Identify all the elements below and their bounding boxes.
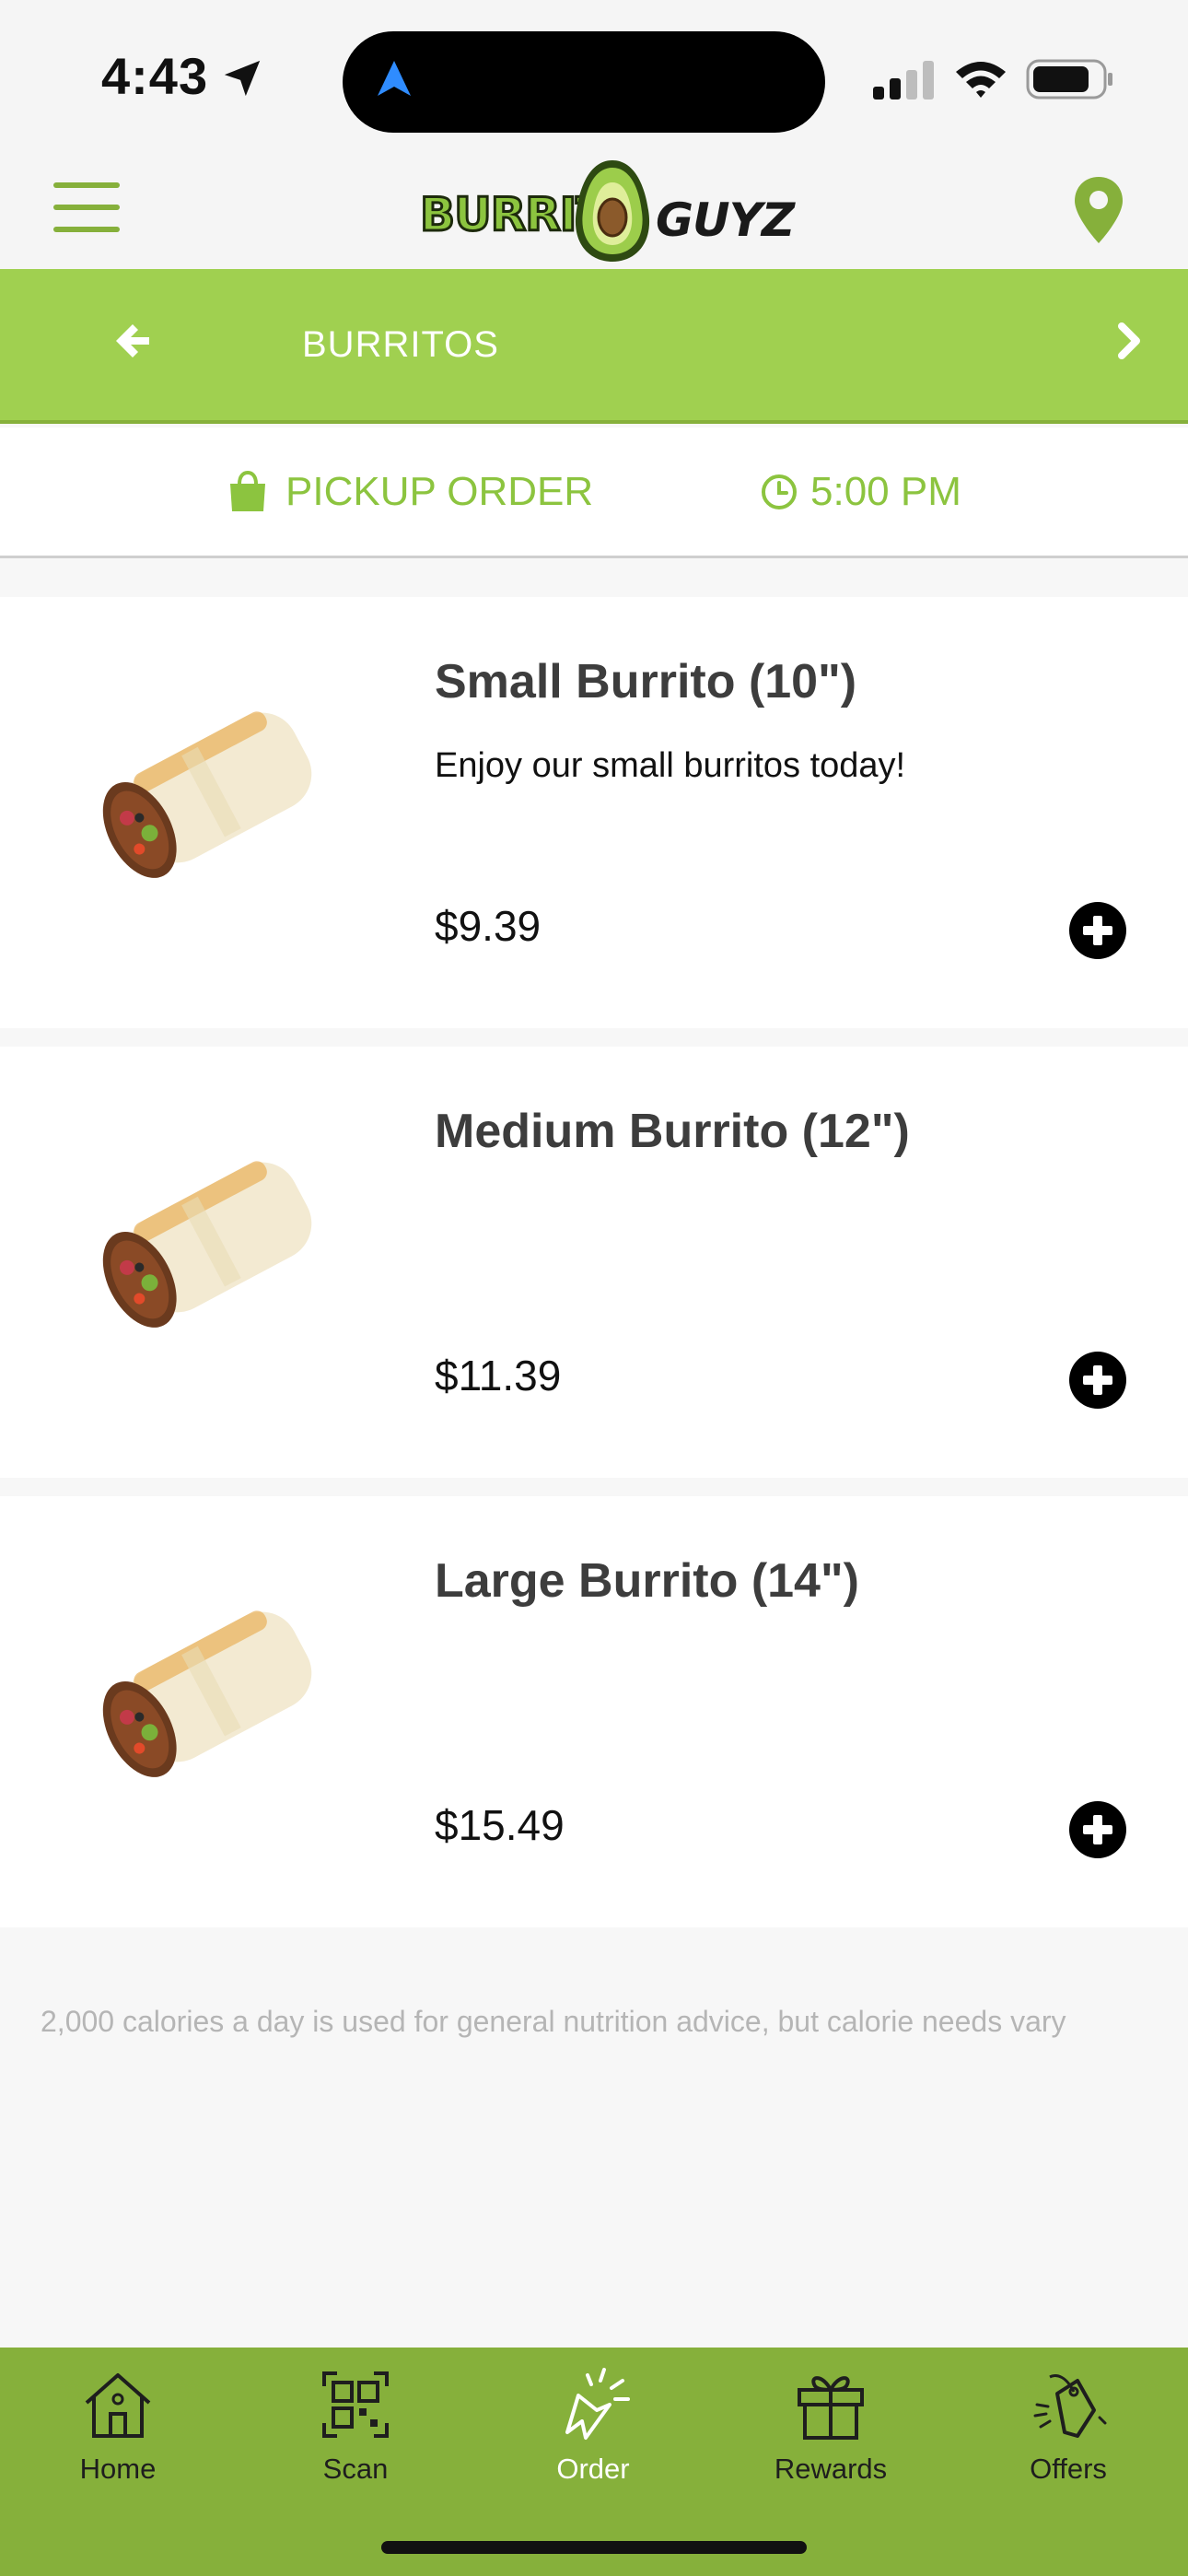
tab-home[interactable]: Home	[26, 2368, 210, 2506]
home-indicator	[381, 2541, 807, 2554]
location-pin-icon[interactable]	[1072, 175, 1125, 245]
product-card-medium-burrito[interactable]: Medium Burrito (12") $11.39	[0, 1047, 1188, 1478]
signal-icon	[873, 61, 934, 100]
qr-code-icon	[322, 2371, 389, 2438]
clock-icon	[762, 474, 797, 509]
product-price: $11.39	[435, 1352, 562, 1399]
arrow-left-icon[interactable]	[109, 319, 153, 363]
tap-cursor-icon	[565, 2368, 630, 2440]
status-bar: 4:43	[0, 0, 1188, 147]
battery-icon	[1026, 59, 1112, 100]
navigation-icon	[378, 61, 411, 96]
wifi-icon	[956, 62, 1006, 98]
tab-offers[interactable]: Offers	[976, 2368, 1160, 2506]
tab-label: Rewards	[774, 2453, 888, 2485]
order-info-bar: PICKUP ORDER 5:00 PM	[0, 427, 1188, 558]
product-description: Enjoy our small burritos today!	[435, 746, 906, 785]
nutrition-disclaimer: 2,000 calories a day is used for general…	[41, 2005, 1066, 2038]
tab-order[interactable]: Order	[501, 2368, 685, 2506]
pickup-order-label: PICKUP ORDER	[285, 469, 594, 514]
status-time: 4:43	[101, 47, 209, 105]
app-header: BURRITO GUYZ	[0, 147, 1188, 269]
product-image	[0, 1047, 396, 1478]
category-title: BURRITOS	[302, 324, 499, 365]
price-tag-icon	[1033, 2374, 1107, 2438]
product-image	[0, 1496, 396, 1927]
add-to-cart-icon[interactable]	[1068, 1800, 1127, 1859]
pickup-time-button[interactable]: 5:00 PM	[761, 464, 961, 520]
tab-label: Scan	[322, 2453, 389, 2485]
product-name: Large Burrito (14")	[435, 1554, 859, 1608]
home-icon	[85, 2373, 151, 2438]
burrito-image	[102, 1610, 312, 1777]
brand-logo: BURRITO GUYZ	[414, 157, 795, 265]
gift-icon	[798, 2376, 864, 2440]
product-name: Small Burrito (10")	[435, 655, 857, 708]
pickup-time-label: 5:00 PM	[810, 469, 961, 514]
tab-scan[interactable]: Scan	[263, 2368, 448, 2506]
tab-label: Home	[79, 2453, 157, 2485]
burrito-image	[102, 1161, 312, 1328]
pickup-order-button[interactable]: PICKUP ORDER	[227, 464, 593, 520]
tab-label: Order	[556, 2453, 630, 2485]
shopping-bag-icon	[230, 471, 265, 511]
product-name: Medium Burrito (12")	[435, 1105, 910, 1158]
product-card-large-burrito[interactable]: Large Burrito (14") $15.49	[0, 1496, 1188, 1927]
chevron-right-icon[interactable]	[1114, 319, 1151, 363]
tab-rewards[interactable]: Rewards	[739, 2368, 923, 2506]
add-to-cart-icon[interactable]	[1068, 1351, 1127, 1410]
avocado-icon	[575, 160, 650, 262]
product-card-small-burrito[interactable]: Small Burrito (10") Enjoy our small burr…	[0, 597, 1188, 1028]
burrito-image	[102, 711, 312, 878]
location-arrow-icon	[224, 60, 261, 97]
add-to-cart-icon[interactable]	[1068, 901, 1127, 960]
product-image	[0, 597, 396, 1028]
category-bar: BURRITOS	[0, 269, 1188, 424]
tab-label: Offers	[1030, 2453, 1107, 2485]
product-price: $9.39	[435, 902, 542, 950]
product-price: $15.49	[435, 1801, 565, 1849]
menu-icon[interactable]	[53, 182, 123, 234]
logo-text-guyz: GUYZ	[656, 193, 795, 247]
